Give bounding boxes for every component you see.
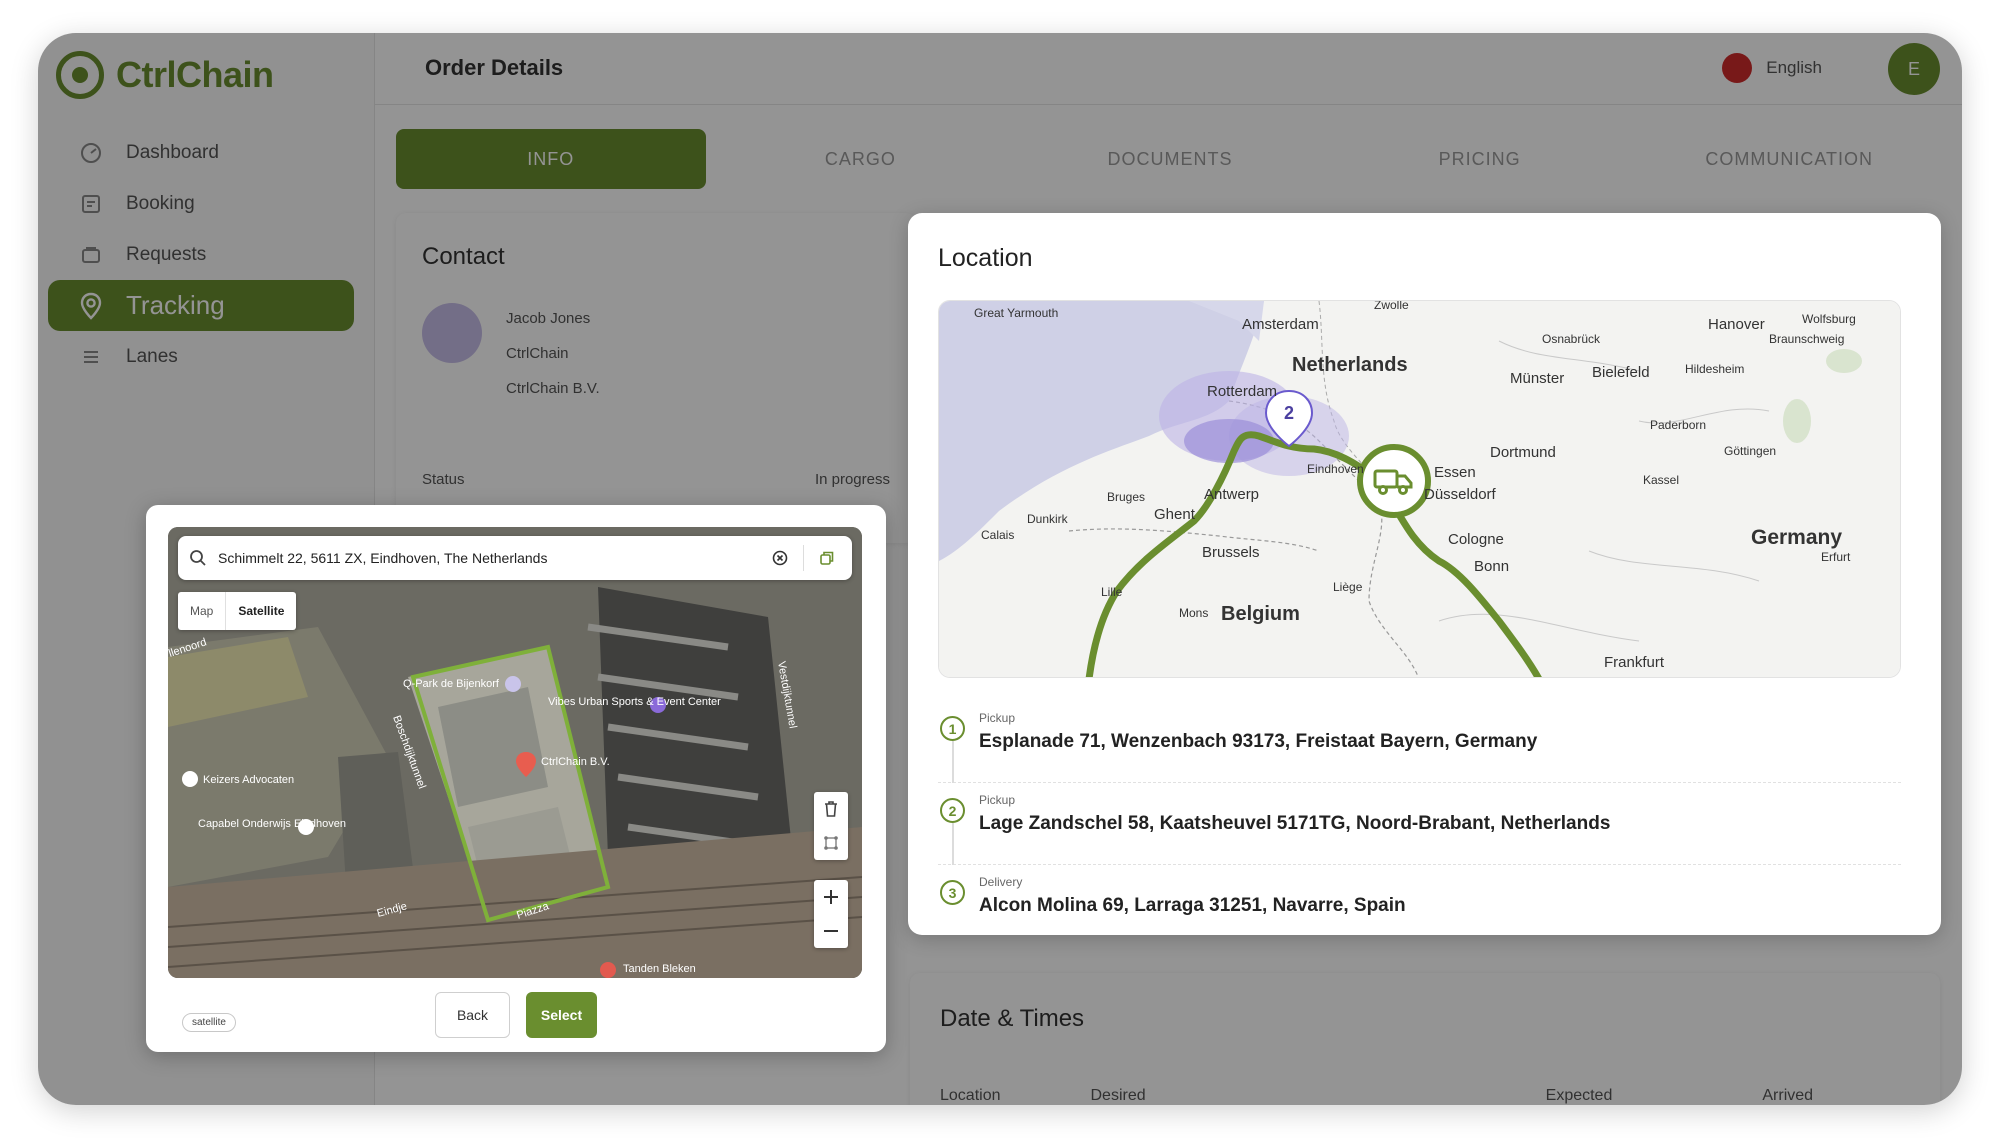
zoom-controls [814, 880, 848, 948]
city-label: Bonn [1474, 558, 1509, 575]
city-label: Dunkirk [1027, 512, 1069, 526]
city-label: Bielefeld [1592, 364, 1650, 381]
city-label: Netherlands [1292, 354, 1408, 376]
map-type-map[interactable]: Map [178, 592, 225, 630]
city-label: Braunschweig [1769, 332, 1844, 346]
address-search: Schimmelt 22, 5611 ZX, Eindhoven, The Ne… [178, 536, 852, 580]
city-label: Mons [1179, 606, 1208, 620]
stop-type: Pickup [979, 793, 1016, 807]
list-item[interactable]: 1 Pickup Esplanade 71, Wenzenbach 93173,… [938, 701, 1901, 783]
clear-icon[interactable] [763, 541, 797, 575]
stop-connector [952, 823, 954, 865]
city-label: Ghent [1154, 506, 1196, 523]
city-label: Osnabrück [1542, 332, 1601, 346]
map-place-label: Vibes Urban Sports & Event Center [548, 696, 721, 708]
city-label: Hanover [1708, 316, 1765, 333]
city-label: Calais [981, 528, 1014, 542]
search-icon [178, 549, 218, 567]
city-label: Paderborn [1650, 418, 1706, 432]
city-label: Dortmund [1490, 444, 1556, 461]
polygon-draw-icon[interactable] [814, 826, 848, 860]
map-place-label: Tanden Bleken [623, 963, 696, 975]
city-label: Düsseldorf [1424, 486, 1497, 503]
divider [803, 545, 804, 571]
stop-address: Lage Zandschel 58, Kaatsheuvel 5171TG, N… [979, 813, 1611, 834]
city-label: Cologne [1448, 531, 1504, 548]
zoom-in-icon[interactable] [814, 880, 848, 914]
address-picker-modal: Q-Park de Bijenkorf Vibes Urban Sports &… [146, 505, 886, 1052]
city-label: Kassel [1643, 473, 1679, 487]
city-label: Essen [1434, 464, 1476, 481]
stop-address: Esplanade 71, Wenzenbach 93173, Freistaa… [979, 731, 1538, 752]
city-label: Rotterdam [1207, 383, 1277, 400]
city-label: Frankfurt [1604, 654, 1665, 671]
map-place-label: CtrlChain B.V. [541, 756, 610, 768]
map-place-label: Capabel Onderwijs Eindhoven [198, 818, 346, 830]
city-label: Lille [1101, 585, 1123, 599]
app-window: CtrlChain Dashboard Booking Requests Tra… [38, 33, 1962, 1105]
location-modal: Location 2 Great Yarmouth Amsterdam Zwol… [908, 213, 1941, 935]
city-label: Liège [1333, 580, 1363, 594]
city-label: Belgium [1221, 603, 1300, 625]
back-button[interactable]: Back [435, 992, 510, 1038]
city-label: Antwerp [1204, 486, 1259, 503]
stop-address: Alcon Molina 69, Larraga 31251, Navarre,… [979, 895, 1406, 916]
stops-list: 1 Pickup Esplanade 71, Wenzenbach 93173,… [938, 701, 1901, 947]
city-label: Great Yarmouth [974, 306, 1058, 320]
list-item[interactable]: 2 Pickup Lage Zandschel 58, Kaatsheuvel … [938, 783, 1901, 865]
city-label: Amsterdam [1242, 316, 1319, 333]
map-type-toggle: Map Satellite [178, 592, 297, 630]
stop-type: Pickup [979, 711, 1016, 725]
satellite-map[interactable]: Q-Park de Bijenkorf Vibes Urban Sports &… [168, 527, 862, 978]
city-label: Bruges [1107, 490, 1145, 504]
search-input[interactable]: Schimmelt 22, 5611 ZX, Eindhoven, The Ne… [218, 550, 763, 566]
location-title: Location [938, 244, 1033, 272]
route-map-canvas: 2 Great Yarmouth Amsterdam Zwolle Osnabr… [939, 301, 1900, 677]
stop-number: 1 [940, 716, 965, 741]
map-place-label: Q-Park de Bijenkorf [403, 678, 500, 690]
drawing-tools [814, 792, 848, 860]
city-label: Erfurt [1821, 550, 1851, 564]
copy-icon[interactable] [810, 541, 844, 575]
map-place-label: Keizers Advocaten [203, 774, 294, 786]
city-label: Göttingen [1724, 444, 1776, 458]
list-item[interactable]: 3 Delivery Alcon Molina 69, Larraga 3125… [938, 865, 1901, 947]
cluster-count: 2 [1284, 403, 1294, 423]
stop-connector [952, 741, 954, 783]
route-map[interactable]: 2 Great Yarmouth Amsterdam Zwolle Osnabr… [938, 300, 1901, 678]
map-type-satellite[interactable]: Satellite [225, 592, 296, 630]
zoom-out-icon[interactable] [814, 914, 848, 948]
trash-icon[interactable] [814, 792, 848, 826]
city-label: Münster [1510, 370, 1564, 387]
stop-type: Delivery [979, 875, 1023, 889]
stop-number: 2 [940, 798, 965, 823]
city-label: Eindhoven [1307, 462, 1364, 476]
city-label: Zwolle [1374, 301, 1409, 312]
city-label: Brussels [1202, 544, 1260, 561]
select-button[interactable]: Select [526, 992, 597, 1038]
map-type-chip: satellite [182, 1013, 236, 1032]
city-label: Wolfsburg [1802, 312, 1856, 326]
city-label: Hildesheim [1685, 362, 1744, 376]
stop-number: 3 [940, 880, 965, 905]
city-label: Germany [1751, 526, 1842, 549]
